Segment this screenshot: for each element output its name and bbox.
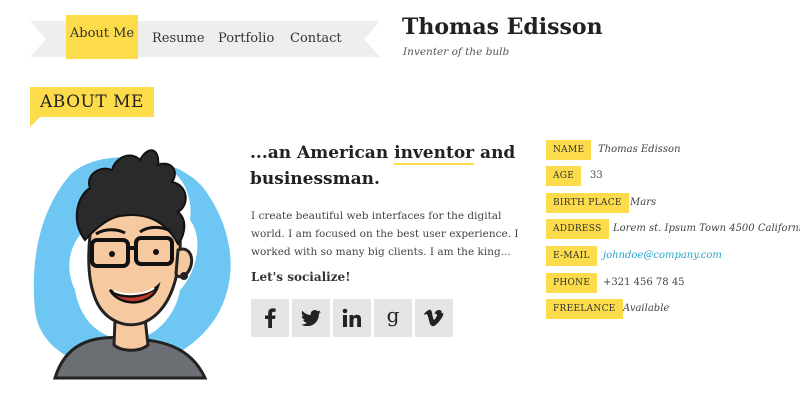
info-value: Lorem st. Ipsum Town 4500 California <box>613 223 800 234</box>
google-plus-button[interactable]: g <box>374 299 412 337</box>
section-badge-tail <box>30 117 40 127</box>
info-value: Mars <box>630 197 657 208</box>
nav-item-about-me[interactable]: About Me <box>66 15 138 59</box>
nav-item-contact[interactable]: Contact <box>290 31 342 46</box>
info-label: AGE <box>546 166 582 186</box>
nav-item-resume[interactable]: Resume <box>152 31 205 46</box>
intro-headline-pre: ...an American <box>250 143 395 163</box>
intro-bio: I create beautiful web interfaces for th… <box>251 210 519 258</box>
info-label: PHONE <box>546 273 598 293</box>
twitter-button[interactable] <box>292 299 330 337</box>
facebook-button[interactable] <box>251 299 289 337</box>
google-plus-icon: g <box>387 307 400 327</box>
site-title: Thomas Edisson <box>402 14 603 40</box>
info-label: BIRTH PLACE <box>546 193 629 213</box>
facebook-icon <box>265 308 276 328</box>
info-value: 33 <box>590 170 603 181</box>
info-value: +321 456 78 45 <box>603 277 685 288</box>
intro-headline: ...an American inventor and businessman. <box>250 140 520 192</box>
svg-text:g: g <box>387 307 400 327</box>
vimeo-icon <box>424 309 444 327</box>
info-label: ADDRESS <box>546 219 609 239</box>
nav-item-portfolio[interactable]: Portfolio <box>218 31 274 46</box>
linkedin-icon <box>342 308 361 327</box>
intro-headline-highlight: inventor <box>394 143 475 165</box>
twitter-icon <box>301 310 321 326</box>
info-label: FREELANCE <box>546 299 623 319</box>
site-tagline: Inventer of the bulb <box>403 46 510 58</box>
info-value: Thomas Edisson <box>598 144 681 155</box>
vimeo-button[interactable] <box>415 299 453 337</box>
info-value: Available <box>623 303 670 314</box>
linkedin-button[interactable] <box>333 299 371 337</box>
info-label: E-MAIL <box>546 246 597 266</box>
info-label: NAME <box>546 140 592 160</box>
socialize-heading: Let's socialize! <box>251 270 351 284</box>
avatar <box>33 149 231 380</box>
email-link[interactable]: johndoe@company.com <box>603 246 722 266</box>
section-title: ABOUT ME <box>30 87 154 117</box>
main-nav: About Me Resume Portfolio Contact <box>30 15 380 59</box>
